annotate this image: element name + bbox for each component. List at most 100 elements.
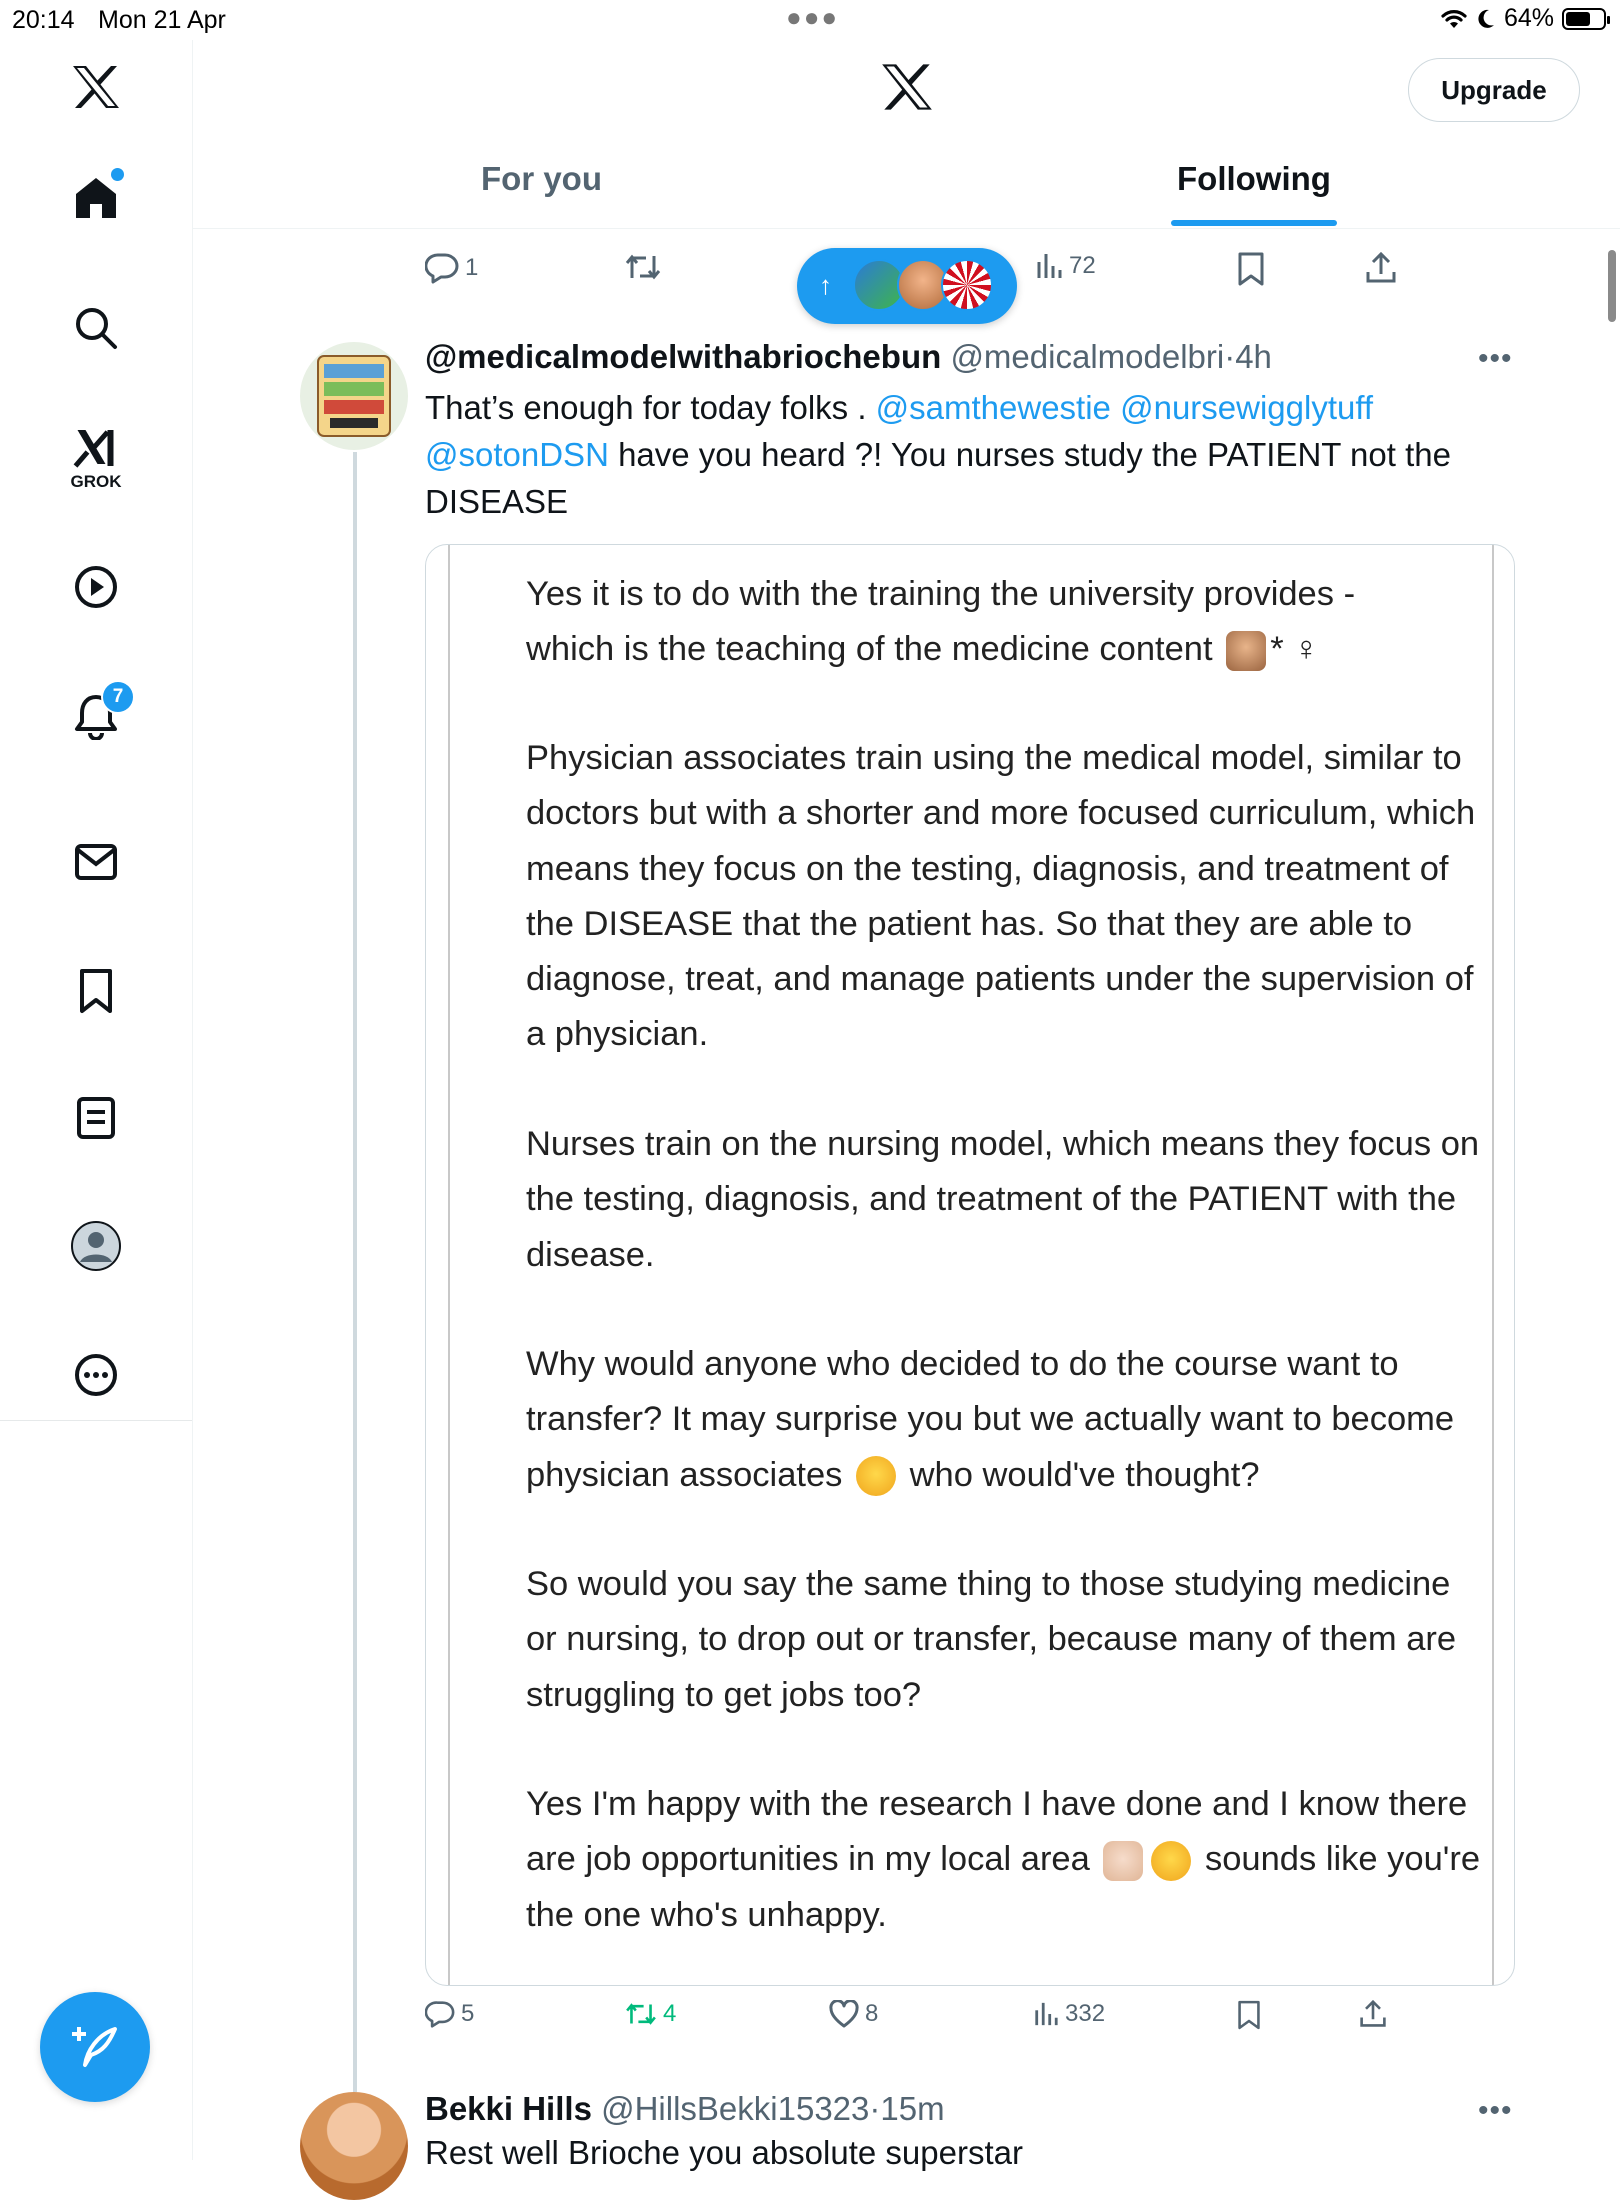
bookmark-icon[interactable]	[78, 968, 114, 1014]
thread-line	[353, 452, 357, 2092]
new-post-avatar	[941, 259, 993, 311]
bell-icon[interactable]: 7	[73, 680, 135, 740]
more-options-icon[interactable]: •••	[1478, 342, 1513, 376]
share-button[interactable]	[1359, 2000, 1387, 2028]
bookmark-small-icon	[1238, 2000, 1260, 2030]
views-button[interactable]: 72	[1035, 252, 1096, 280]
x-logo-header[interactable]	[880, 62, 934, 117]
active-tab-indicator	[1171, 220, 1337, 226]
compose-icon	[72, 2027, 117, 2067]
bookmark-button[interactable]	[1237, 252, 1265, 286]
new-posts-pill[interactable]: ↑	[797, 248, 1017, 324]
like-count: 8	[865, 2000, 879, 2027]
battery-percent: 64%	[1503, 4, 1554, 32]
profile-icon[interactable]	[70, 1220, 122, 1272]
grok-icon[interactable]: GROK	[71, 426, 122, 492]
mention-link[interactable]: @samthewestie	[876, 389, 1111, 426]
arrow-up-icon: ↑	[819, 270, 832, 300]
tweet-text: That’s enough for today folks . @samthew…	[425, 384, 1505, 525]
image-text-paragraph: So would you say the same thing to those…	[526, 1565, 1457, 1714]
post-time[interactable]: 4h	[1235, 338, 1272, 375]
list-icon[interactable]	[76, 1096, 116, 1140]
heart-icon	[829, 2000, 859, 2028]
image-text-line: which is the teaching of the medicine co…	[526, 630, 1213, 669]
repost-icon	[626, 2003, 656, 2025]
share-icon	[1366, 252, 1396, 283]
share-icon	[1360, 2000, 1386, 2027]
image-text-paragraph: Nurses train on the nursing model, which…	[526, 1125, 1480, 1274]
share-button[interactable]	[1365, 252, 1397, 284]
hushed-face-emoji-icon	[856, 1456, 897, 1497]
status-time: 20:14	[12, 6, 75, 34]
image-text-line: * ♀	[1270, 630, 1320, 669]
views-icon	[1037, 254, 1062, 278]
status-date: Mon 21 Apr	[98, 6, 226, 34]
multitasking-dots-icon[interactable]: ●●●	[786, 2, 839, 33]
repost-count: 4	[663, 2000, 677, 2027]
reply-button[interactable]: 5	[425, 2000, 474, 2028]
post-time[interactable]: 15m	[880, 2090, 944, 2127]
reply-count: 1	[465, 254, 479, 281]
more-options-icon[interactable]: •••	[1478, 2094, 1513, 2128]
mail-icon[interactable]	[74, 842, 118, 882]
sidebar: GROK 7	[0, 40, 193, 2160]
tab-for-you[interactable]: For you	[481, 160, 602, 198]
image-text-paragraph: Why would anyone who decided to do the c…	[526, 1337, 1486, 1503]
reply-icon	[425, 253, 459, 284]
repost-button[interactable]	[625, 252, 661, 282]
wifi-icon	[1441, 9, 1467, 28]
notification-badge: 7	[101, 680, 135, 714]
views-count: 332	[1065, 2000, 1106, 2027]
header: Upgrade For you Following	[193, 40, 1620, 229]
home-icon[interactable]	[73, 168, 124, 220]
video-icon[interactable]	[73, 564, 119, 610]
repost-icon	[625, 254, 661, 280]
more-circle-icon[interactable]	[73, 1352, 119, 1398]
display-name[interactable]: @medicalmodelwithabriochebun	[425, 338, 941, 375]
image-text-line: who would've thought?	[909, 1455, 1260, 1494]
avatar[interactable]	[300, 342, 408, 450]
screenshot-frame: Yes it is to do with the training the un…	[448, 545, 1494, 1985]
reply-icon	[425, 2001, 455, 2028]
reply-button[interactable]: 1	[425, 252, 478, 284]
upgrade-button[interactable]: Upgrade	[1408, 58, 1580, 122]
tab-following[interactable]: Following	[1177, 160, 1331, 198]
bookmark-button[interactable]	[1237, 2000, 1261, 2030]
display-name[interactable]: Bekki Hills	[425, 2090, 592, 2127]
search-icon[interactable]	[74, 306, 118, 350]
x-logo[interactable]	[71, 64, 121, 110]
compose-button[interactable]	[40, 1992, 150, 2102]
bookmark-small-icon	[1238, 252, 1264, 286]
reply-count: 5	[461, 2000, 475, 2027]
reply-text: Rest well Brioche you absolute superstar	[425, 2134, 1023, 2171]
status-right: 64%	[1440, 4, 1610, 33]
image-text-paragraph: Yes I'm happy with the research I have d…	[526, 1777, 1486, 1943]
views-button[interactable]: 332	[1033, 2000, 1105, 2028]
mention-link[interactable]: @nursewigglytuff	[1120, 389, 1373, 426]
thumbs-up-emoji-icon	[1103, 1841, 1144, 1882]
image-text-line: Yes it is to do with the training the un…	[526, 575, 1356, 613]
battery-icon	[1562, 7, 1610, 30]
reply-header: Bekki Hills @HillsBekki15323·15m	[425, 2090, 945, 2128]
user-handle[interactable]: @HillsBekki15323	[601, 2090, 869, 2127]
status-bar: 20:14 Mon 21 Apr ●●● 64%	[0, 0, 1620, 40]
home-unread-dot	[111, 168, 124, 181]
avatar[interactable]	[300, 2092, 408, 2200]
user-handle[interactable]: @medicalmodelbri	[950, 338, 1224, 375]
like-button[interactable]: 8	[829, 2000, 878, 2028]
views-icon	[1035, 2002, 1058, 2026]
sidebar-divider	[0, 1420, 192, 1421]
tweet-actions: 5 4 8 332	[425, 2000, 1415, 2044]
image-text-paragraph: Yes it is to do with the training the un…	[526, 567, 1486, 678]
mention-link[interactable]: @sotonDSN	[425, 436, 609, 473]
repost-button[interactable]: 4	[625, 2000, 676, 2028]
tweet-text-part: That’s enough for today folks .	[425, 389, 876, 426]
smiling-face-emoji-icon	[1151, 1841, 1192, 1882]
tweet-image[interactable]: Yes it is to do with the training the un…	[425, 544, 1515, 1986]
image-text-paragraph: Physician associates train using the med…	[526, 739, 1476, 1054]
scrollbar[interactable]	[1608, 250, 1616, 322]
facepalm-emoji-icon	[1226, 631, 1267, 672]
views-count: 72	[1069, 252, 1096, 279]
separator-dot: ·	[869, 2090, 881, 2127]
separator-dot: ·	[1224, 338, 1236, 375]
